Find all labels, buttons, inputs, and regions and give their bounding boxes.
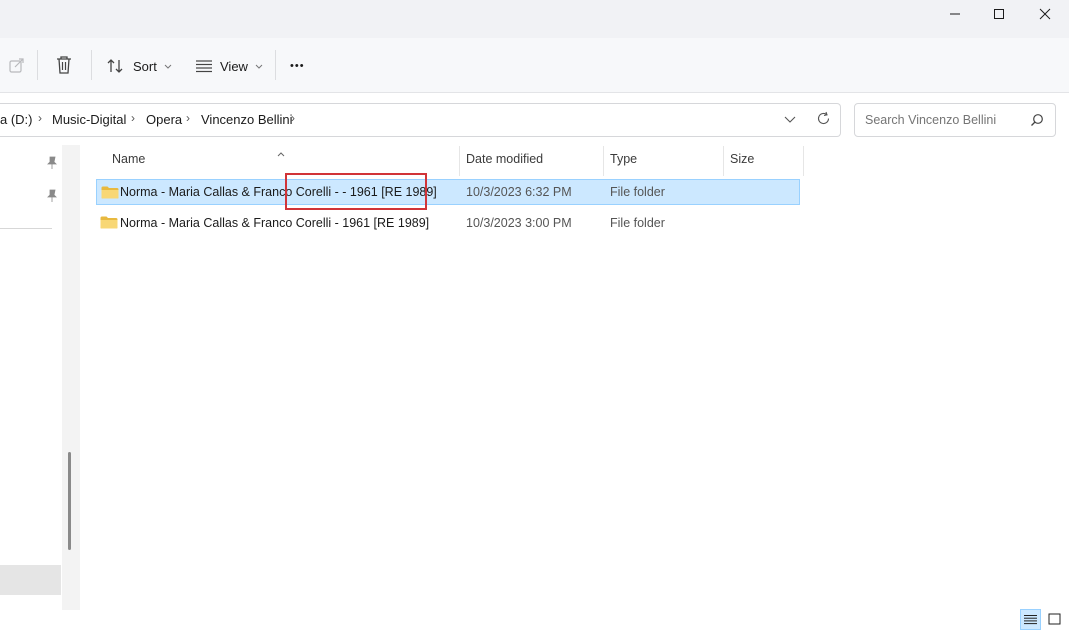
details-view-icon bbox=[1024, 615, 1037, 625]
delete-button[interactable] bbox=[55, 55, 75, 75]
column-header-name[interactable]: Name bbox=[112, 152, 145, 166]
breadcrumb-drive[interactable]: a (D:) bbox=[0, 112, 33, 127]
close-button[interactable] bbox=[1022, 0, 1068, 28]
large-icons-view-icon bbox=[1048, 613, 1060, 625]
breadcrumb-separator[interactable]: › bbox=[186, 111, 190, 125]
pin-button[interactable] bbox=[46, 189, 58, 208]
file-date-modified: 10/3/2023 6:32 PM bbox=[466, 185, 572, 199]
title-bar bbox=[0, 0, 1069, 39]
nav-divider bbox=[0, 228, 52, 229]
minimize-icon bbox=[950, 13, 960, 15]
refresh-icon bbox=[817, 111, 830, 124]
nav-scrollbar-track[interactable] bbox=[62, 145, 80, 610]
pin-icon bbox=[47, 156, 57, 169]
close-icon bbox=[1039, 8, 1051, 20]
sort-icon bbox=[107, 59, 123, 73]
chevron-down-icon bbox=[164, 64, 172, 69]
folder-icon bbox=[100, 216, 118, 229]
sort-label: Sort bbox=[133, 58, 157, 74]
file-type: File folder bbox=[610, 185, 665, 199]
column-header-type[interactable]: Type bbox=[610, 152, 637, 166]
column-divider[interactable] bbox=[459, 146, 460, 176]
file-row[interactable]: Norma - Maria Callas & Franco Corelli - … bbox=[96, 179, 800, 205]
nav-item-selected[interactable] bbox=[0, 565, 61, 595]
column-divider[interactable] bbox=[723, 146, 724, 176]
search-input[interactable] bbox=[863, 110, 1027, 130]
search-box[interactable] bbox=[854, 103, 1056, 137]
breadcrumb-vincenzo-bellini[interactable]: Vincenzo Bellini bbox=[201, 112, 293, 127]
file-type: File folder bbox=[610, 216, 665, 230]
minimize-button[interactable] bbox=[932, 0, 978, 28]
breadcrumb-music-digital[interactable]: Music-Digital bbox=[52, 112, 126, 127]
toolbar-divider bbox=[275, 50, 276, 80]
trash-icon bbox=[57, 56, 71, 74]
breadcrumb-separator[interactable]: › bbox=[291, 111, 295, 125]
toolbar-divider bbox=[91, 50, 92, 80]
maximize-button[interactable] bbox=[976, 0, 1022, 28]
share-icon bbox=[9, 58, 24, 73]
column-header-size[interactable]: Size bbox=[730, 152, 754, 166]
pin-button[interactable] bbox=[46, 156, 58, 175]
share-button[interactable] bbox=[8, 56, 28, 76]
folder-icon bbox=[101, 186, 119, 199]
chevron-down-icon bbox=[255, 64, 263, 69]
address-history-button[interactable] bbox=[783, 112, 797, 131]
column-header-date-modified[interactable]: Date modified bbox=[466, 152, 543, 166]
file-date-modified: 10/3/2023 3:00 PM bbox=[466, 216, 572, 230]
breadcrumb-opera[interactable]: Opera bbox=[146, 112, 182, 127]
view-icon bbox=[196, 60, 212, 73]
sort-button[interactable]: Sort bbox=[107, 56, 173, 76]
breadcrumb-separator[interactable]: › bbox=[131, 111, 135, 125]
more-icon: ••• bbox=[290, 60, 305, 72]
view-label: View bbox=[220, 58, 248, 74]
chevron-down-icon bbox=[784, 116, 796, 123]
toolbar-divider bbox=[37, 50, 38, 80]
search-icon bbox=[1031, 114, 1043, 126]
more-options-button[interactable]: ••• bbox=[290, 56, 305, 76]
sort-indicator-icon bbox=[276, 145, 286, 163]
large-icons-view-button[interactable] bbox=[1044, 609, 1064, 629]
breadcrumb-separator[interactable]: › bbox=[38, 111, 42, 125]
maximize-icon bbox=[994, 9, 1004, 19]
nav-scrollbar-thumb[interactable] bbox=[68, 452, 71, 550]
highlight-box bbox=[285, 173, 427, 210]
navigation-pane bbox=[0, 145, 62, 610]
pin-icon bbox=[47, 189, 57, 202]
view-button[interactable]: View bbox=[195, 56, 264, 76]
file-name[interactable]: Norma - Maria Callas & Franco Corelli - … bbox=[120, 216, 429, 230]
details-view-button[interactable] bbox=[1020, 609, 1041, 630]
file-row[interactable]: Norma - Maria Callas & Franco Corelli - … bbox=[96, 210, 800, 236]
status-bar bbox=[0, 610, 1069, 632]
column-divider[interactable] bbox=[603, 146, 604, 176]
refresh-button[interactable] bbox=[816, 111, 831, 131]
column-divider[interactable] bbox=[803, 146, 804, 176]
